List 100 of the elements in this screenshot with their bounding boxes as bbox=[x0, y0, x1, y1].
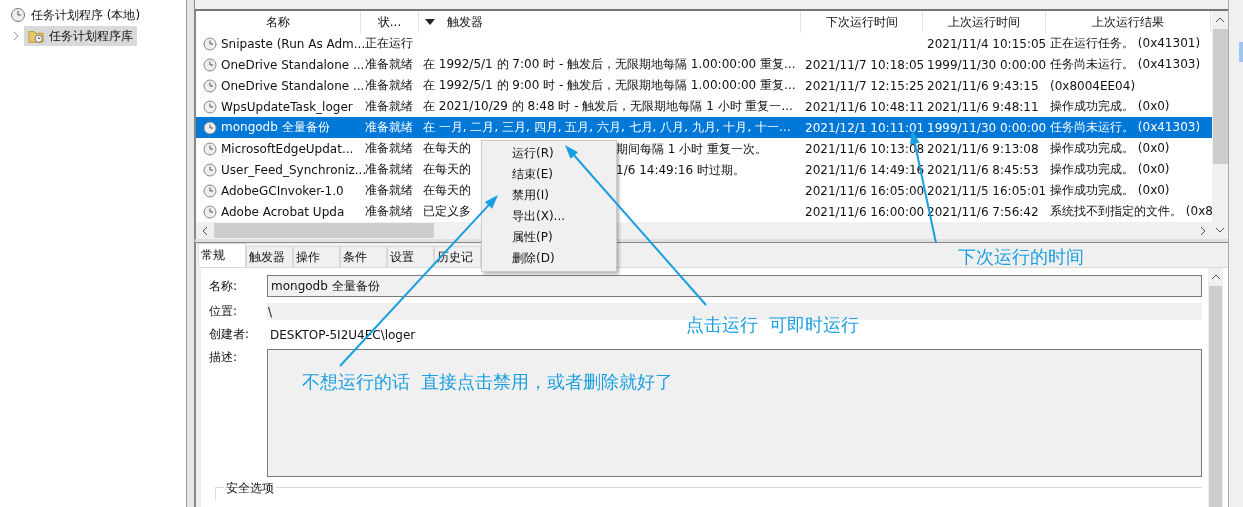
selected-row-highlight[interactable]: mongodb 全量备份 准备就绪 在 一月, 二月, 三月, 四月, 五月, 六月, 七月, 八月, 九月, 十月, 十一... 2021/12/1 10:11:01 1999/11/30 0:00:00 任务尚未运行。 (0x41303) bbox=[196, 117, 1212, 138]
table-cell: 2021/11/6 16:00:00 bbox=[805, 204, 925, 219]
table-cell: 在 一月, 二月, 三月, 四月, 五月, 六月, 七月, 八月, 九月, 十月, 十一... bbox=[423, 119, 791, 136]
table-cell[interactable]: MicrosoftEdgeUpdat... bbox=[221, 141, 354, 156]
description-field[interactable] bbox=[267, 349, 1202, 477]
table-cell: 操作成功完成。 (0x0) bbox=[1050, 161, 1170, 178]
name-field[interactable]: mongodb 全量备份 bbox=[267, 275, 1202, 297]
table-cell: 1999/11/30 0:00:00 bbox=[927, 120, 1047, 135]
table-cell: 1999/11/30 0:00:00 bbox=[927, 57, 1047, 72]
table-cell: 任务尚未运行。 (0x41303) bbox=[1050, 56, 1201, 73]
menu-item[interactable]: 删除(D) bbox=[482, 248, 616, 269]
table-cell[interactable]: Adobe Acrobat Upda bbox=[221, 204, 345, 219]
scroll-up-icon[interactable] bbox=[1215, 16, 1225, 24]
group-title: 安全选项 bbox=[224, 480, 276, 497]
table-cell: 任务尚未运行。 (0x41303) bbox=[1050, 119, 1201, 136]
table-cell: 准备就绪 bbox=[365, 56, 413, 73]
table-cell: 在每天的 bbox=[423, 140, 471, 157]
tab[interactable]: 设置 bbox=[387, 246, 434, 267]
table-cell: 准备就绪 bbox=[365, 98, 413, 115]
table-cell: 在 1992/5/1 的 7:00 时 - 触发后，无限期地每隔 1.00:00:00 重复... bbox=[423, 56, 796, 73]
table-cell: 在 1992/5/1 的 9:00 时 - 触发后，无限期地每隔 1.00:00:00 重复... bbox=[423, 77, 796, 94]
table-cell: (0x8004EE04) bbox=[1050, 78, 1136, 93]
pane-splitter[interactable] bbox=[187, 0, 195, 507]
table-cell: 在 2021/10/29 的 8:48 时 - 触发后，无限期地每隔 1 小时 重复一... bbox=[423, 98, 793, 115]
table-cell: 正在运行任务。 (0x41301) bbox=[1050, 35, 1201, 52]
table-cell[interactable]: mongodb 全量备份 bbox=[221, 119, 330, 136]
menu-item[interactable]: 运行(R) bbox=[482, 143, 616, 164]
folder-clock-icon bbox=[28, 28, 44, 44]
vertical-scrollbar[interactable] bbox=[1212, 11, 1228, 239]
scroll-up-icon[interactable] bbox=[1210, 273, 1221, 281]
scroll-down-icon[interactable] bbox=[1215, 226, 1225, 234]
table-cell: 2021/11/6 9:13:08 bbox=[927, 141, 1039, 156]
field-label: 位置: bbox=[209, 303, 239, 320]
table-cell: 准备就绪 bbox=[365, 140, 413, 157]
menu-item[interactable]: 禁用(I) bbox=[482, 185, 616, 206]
table-cell: 正在运行 bbox=[365, 35, 413, 52]
tree-item[interactable]: 任务计划程序 (本地) bbox=[6, 5, 145, 25]
menu-item[interactable]: 导出(X)... bbox=[482, 206, 616, 227]
vertical-scrollbar[interactable] bbox=[1208, 268, 1223, 507]
table-cell: 准备就绪 bbox=[365, 203, 413, 220]
annotation-text: 不想运行的话 直接点击禁用，或者删除就好了 bbox=[302, 370, 674, 394]
table-cell: 2021/11/4 10:15:05 bbox=[927, 36, 1047, 51]
table-cell: 准备就绪 bbox=[365, 119, 413, 136]
column-header[interactable]: 名称 bbox=[196, 11, 361, 33]
field-label: 名称: bbox=[209, 277, 239, 295]
table-cell: 2021/11/5 16:05:01 bbox=[927, 183, 1047, 198]
field-label: 创建者: bbox=[209, 326, 251, 343]
tab[interactable]: 操作 bbox=[293, 246, 340, 267]
table-cell: 已定义多 bbox=[423, 203, 471, 220]
scroll-left-icon[interactable] bbox=[201, 225, 209, 236]
clock-icon bbox=[202, 35, 218, 52]
sort-icon bbox=[425, 19, 435, 25]
table-cell: 1/6 14:49:16 时过期。 bbox=[616, 162, 745, 179]
clock-icon bbox=[202, 56, 218, 73]
clock-icon bbox=[202, 98, 218, 115]
table-cell: 2021/12/1 10:11:01 bbox=[805, 120, 925, 135]
tab[interactable]: 常规 bbox=[198, 243, 246, 267]
table-cell: 2021/11/6 10:48:11 bbox=[805, 99, 925, 114]
field-label: 描述: bbox=[209, 349, 239, 366]
tab[interactable]: 条件 bbox=[340, 246, 387, 267]
column-header[interactable]: 触发器 bbox=[419, 11, 801, 33]
table-cell[interactable]: WpsUpdateTask_loger bbox=[221, 99, 353, 114]
tree-item[interactable]: 任务计划程序库 bbox=[24, 26, 137, 46]
table-cell: 准备就绪 bbox=[365, 161, 413, 178]
clock-icon bbox=[202, 140, 218, 157]
table-cell: 2021/11/6 8:45:53 bbox=[927, 162, 1039, 177]
clock-icon bbox=[202, 119, 218, 136]
table-cell: 期间每隔 1 小时 重复一次。 bbox=[616, 141, 768, 158]
table-cell: 操作成功完成。 (0x0) bbox=[1050, 140, 1170, 157]
column-header[interactable]: 下次运行时间 bbox=[801, 11, 923, 33]
table-cell: 2021/11/6 9:43:15 bbox=[927, 78, 1039, 93]
table-cell: 操作成功完成。 (0x0) bbox=[1050, 182, 1170, 199]
clock-icon bbox=[202, 182, 218, 199]
menu-item[interactable]: 结束(E) bbox=[482, 164, 616, 185]
table-cell: 系统找不到指定的文件。 (0x8 bbox=[1050, 203, 1212, 220]
tab[interactable]: 触发器 bbox=[246, 246, 293, 267]
table-cell[interactable]: OneDrive Standalone ... bbox=[221, 78, 365, 93]
table-cell: 准备就绪 bbox=[365, 182, 413, 199]
column-header[interactable]: 状... bbox=[361, 11, 419, 33]
table-cell: 准备就绪 bbox=[365, 77, 413, 94]
clock-icon bbox=[202, 161, 218, 178]
table-cell: 操作成功完成。 (0x0) bbox=[1050, 98, 1170, 115]
expand-chevron-icon[interactable] bbox=[12, 31, 20, 41]
table-cell: 在每天的 bbox=[423, 182, 471, 199]
table-cell: 2021/11/6 16:05:00 bbox=[805, 183, 925, 198]
column-header[interactable]: 上次运行时间 bbox=[923, 11, 1046, 33]
table-cell: 2021/11/7 10:18:05 bbox=[805, 57, 925, 72]
table-cell[interactable]: AdobeGCInvoker-1.0 bbox=[221, 183, 344, 198]
annotation-text: 下次运行的时间 bbox=[958, 245, 1084, 269]
column-header[interactable]: 上次运行结果 bbox=[1046, 11, 1211, 33]
table-cell: 在每天的 bbox=[423, 161, 471, 178]
clock-icon bbox=[202, 203, 218, 220]
table-cell: 2021/11/6 9:48:11 bbox=[927, 99, 1039, 114]
menu-item[interactable]: 属性(P) bbox=[482, 227, 616, 248]
scroll-right-icon[interactable] bbox=[1199, 225, 1207, 236]
clock-icon bbox=[10, 7, 26, 23]
table-cell: 2021/11/7 12:15:25 bbox=[805, 78, 925, 93]
clock-icon bbox=[202, 77, 218, 94]
table-cell[interactable]: OneDrive Standalone ... bbox=[221, 57, 365, 72]
table-cell[interactable]: Snipaste (Run As Adm... bbox=[221, 36, 366, 51]
